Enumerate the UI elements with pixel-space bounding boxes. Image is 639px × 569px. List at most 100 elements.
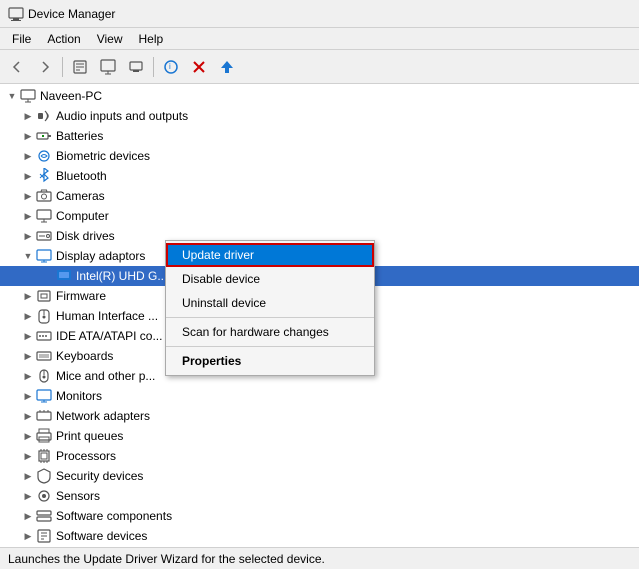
hid-expand-icon[interactable]: ▶ bbox=[20, 308, 36, 324]
sensors-icon bbox=[36, 488, 52, 504]
toolbar-sep2 bbox=[153, 57, 154, 77]
keyboards-icon bbox=[36, 348, 52, 364]
sensors-expand-icon[interactable]: ▶ bbox=[20, 488, 36, 504]
monitors-expand-icon[interactable]: ▶ bbox=[20, 388, 36, 404]
menu-view[interactable]: View bbox=[89, 30, 131, 48]
audio-expand-icon[interactable]: ▶ bbox=[20, 108, 36, 124]
tree-item-cameras[interactable]: ▶ Cameras bbox=[0, 186, 639, 206]
menu-file[interactable]: File bbox=[4, 30, 39, 48]
status-text: Launches the Update Driver Wizard for th… bbox=[8, 552, 325, 566]
toolbar-display[interactable] bbox=[123, 54, 149, 80]
ctx-scan-hardware[interactable]: Scan for hardware changes bbox=[166, 320, 374, 344]
tree-item-network[interactable]: ▶ Network adapters bbox=[0, 406, 639, 426]
batteries-expand-icon[interactable]: ▶ bbox=[20, 128, 36, 144]
display-icon bbox=[36, 248, 52, 264]
network-label: Network adapters bbox=[56, 409, 639, 423]
monitors-icon bbox=[36, 388, 52, 404]
tree-root[interactable]: ▼ Naveen-PC bbox=[0, 86, 639, 106]
bluetooth-expand-icon[interactable]: ▶ bbox=[20, 168, 36, 184]
tree-item-processors[interactable]: ▶ Processors bbox=[0, 446, 639, 466]
computer-icon2 bbox=[36, 208, 52, 224]
hid-icon bbox=[36, 308, 52, 324]
tree-item-audio[interactable]: ▶ Audio inputs and outputs bbox=[0, 106, 639, 126]
batteries-icon bbox=[36, 128, 52, 144]
security-expand-icon[interactable]: ▶ bbox=[20, 468, 36, 484]
sw-devices-expand-icon[interactable]: ▶ bbox=[20, 528, 36, 544]
tree-item-security[interactable]: ▶ Security devices bbox=[0, 466, 639, 486]
ide-expand-icon[interactable]: ▶ bbox=[20, 328, 36, 344]
ctx-separator1 bbox=[166, 317, 374, 318]
ctx-update-driver[interactable]: Update driver bbox=[166, 243, 374, 267]
menu-action[interactable]: Action bbox=[39, 30, 88, 48]
app-icon bbox=[8, 6, 24, 22]
disk-icon bbox=[36, 228, 52, 244]
window-title: Device Manager bbox=[28, 7, 115, 21]
firmware-icon bbox=[36, 288, 52, 304]
computer-expand-icon[interactable]: ▶ bbox=[20, 208, 36, 224]
processors-label: Processors bbox=[56, 449, 639, 463]
status-bar: Launches the Update Driver Wizard for th… bbox=[0, 547, 639, 569]
computer-label: Computer bbox=[56, 209, 639, 223]
tree-item-sw-components[interactable]: ▶ Software components bbox=[0, 506, 639, 526]
svg-text:i: i bbox=[169, 62, 171, 71]
tree-item-batteries[interactable]: ▶ Batteries bbox=[0, 126, 639, 146]
display-expand-icon[interactable]: ▼ bbox=[20, 248, 36, 264]
intel-icon bbox=[56, 268, 72, 284]
sw-components-icon bbox=[36, 508, 52, 524]
mice-icon bbox=[36, 368, 52, 384]
menu-bar: File Action View Help bbox=[0, 28, 639, 50]
toolbar-remove[interactable] bbox=[186, 54, 212, 80]
ctx-uninstall-device[interactable]: Uninstall device bbox=[166, 291, 374, 315]
monitors-label: Monitors bbox=[56, 389, 639, 403]
root-expand-icon[interactable]: ▼ bbox=[4, 88, 20, 104]
security-icon bbox=[36, 468, 52, 484]
network-expand-icon[interactable]: ▶ bbox=[20, 408, 36, 424]
processors-icon bbox=[36, 448, 52, 464]
tree-item-sensors[interactable]: ▶ Sensors bbox=[0, 486, 639, 506]
toolbar-back[interactable] bbox=[4, 54, 30, 80]
batteries-label: Batteries bbox=[56, 129, 639, 143]
bluetooth-label: Bluetooth bbox=[56, 169, 639, 183]
tree-item-monitors[interactable]: ▶ Monitors bbox=[0, 386, 639, 406]
cameras-expand-icon[interactable]: ▶ bbox=[20, 188, 36, 204]
tree-item-sw-devices[interactable]: ▶ Software devices bbox=[0, 526, 639, 546]
ide-icon bbox=[36, 328, 52, 344]
ctx-properties[interactable]: Properties bbox=[166, 349, 374, 373]
bluetooth-icon bbox=[36, 168, 52, 184]
print-expand-icon[interactable]: ▶ bbox=[20, 428, 36, 444]
sw-devices-icon bbox=[36, 528, 52, 544]
toolbar-add[interactable] bbox=[214, 54, 240, 80]
ctx-separator2 bbox=[166, 346, 374, 347]
processors-expand-icon[interactable]: ▶ bbox=[20, 448, 36, 464]
root-label: Naveen-PC bbox=[40, 89, 639, 103]
biometric-expand-icon[interactable]: ▶ bbox=[20, 148, 36, 164]
toolbar: i bbox=[0, 50, 639, 84]
toolbar-properties[interactable] bbox=[67, 54, 93, 80]
sw-components-label: Software components bbox=[56, 509, 639, 523]
mice-expand-icon[interactable]: ▶ bbox=[20, 368, 36, 384]
biometric-label: Biometric devices bbox=[56, 149, 639, 163]
tree-item-computer[interactable]: ▶ Computer bbox=[0, 206, 639, 226]
tree-item-print[interactable]: ▶ Print queues bbox=[0, 426, 639, 446]
toolbar-scan[interactable]: i bbox=[158, 54, 184, 80]
audio-label: Audio inputs and outputs bbox=[56, 109, 639, 123]
ctx-disable-device[interactable]: Disable device bbox=[166, 267, 374, 291]
sw-devices-label: Software devices bbox=[56, 529, 639, 543]
sw-components-expand-icon[interactable]: ▶ bbox=[20, 508, 36, 524]
disk-expand-icon[interactable]: ▶ bbox=[20, 228, 36, 244]
biometric-icon bbox=[36, 148, 52, 164]
cameras-icon bbox=[36, 188, 52, 204]
toolbar-sep1 bbox=[62, 57, 63, 77]
tree-item-bluetooth[interactable]: ▶ Bluetooth bbox=[0, 166, 639, 186]
keyboards-expand-icon[interactable]: ▶ bbox=[20, 348, 36, 364]
firmware-expand-icon[interactable]: ▶ bbox=[20, 288, 36, 304]
security-label: Security devices bbox=[56, 469, 639, 483]
computer-icon bbox=[20, 88, 36, 104]
menu-help[interactable]: Help bbox=[131, 30, 172, 48]
network-icon bbox=[36, 408, 52, 424]
context-menu: Update driver Disable device Uninstall d… bbox=[165, 240, 375, 376]
audio-icon bbox=[36, 108, 52, 124]
toolbar-update-driver[interactable] bbox=[95, 54, 121, 80]
toolbar-forward[interactable] bbox=[32, 54, 58, 80]
tree-item-biometric[interactable]: ▶ Biometric devices bbox=[0, 146, 639, 166]
